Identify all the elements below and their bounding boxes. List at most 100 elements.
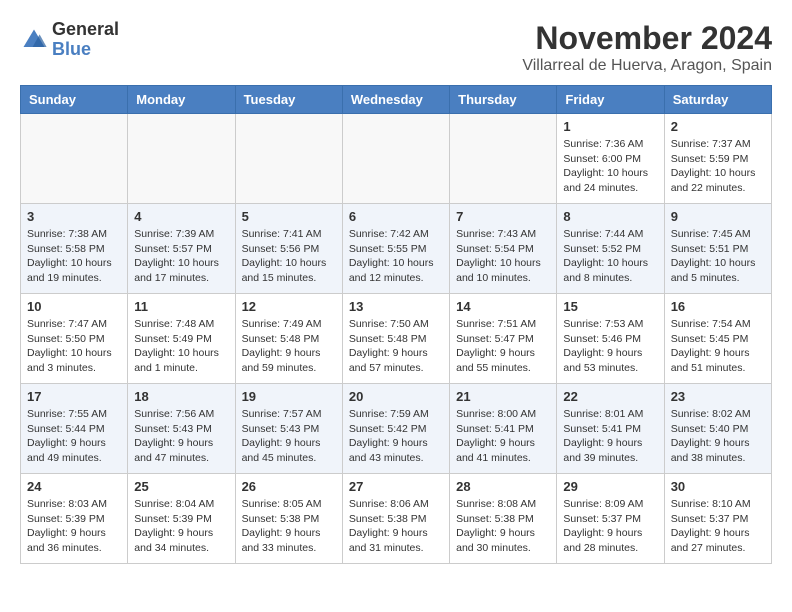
day-info: Sunrise: 7:42 AMSunset: 5:55 PMDaylight:… bbox=[349, 227, 443, 286]
day-number: 20 bbox=[349, 389, 443, 404]
calendar-cell: 28 Sunrise: 8:08 AMSunset: 5:38 PMDayligh… bbox=[450, 474, 557, 564]
week-row-2: 3Sunrise: 7:38 AMSunset: 5:58 PMDaylight… bbox=[21, 204, 772, 294]
day-info: Sunrise: 8:08 AMSunset: 5:38 PMDaylight:… bbox=[456, 497, 550, 556]
day-info: Sunrise: 7:53 AMSunset: 5:46 PMDaylight:… bbox=[563, 317, 657, 376]
calendar-cell: 21Sunrise: 8:00 AMSunset: 5:41 PMDayligh… bbox=[450, 384, 557, 474]
day-number: 23 bbox=[671, 389, 765, 404]
day-info: Sunrise: 7:44 AMSunset: 5:52 PMDaylight:… bbox=[563, 227, 657, 286]
day-info: Sunrise: 7:43 AMSunset: 5:54 PMDaylight:… bbox=[456, 227, 550, 286]
day-info: Sunrise: 7:57 AMSunset: 5:43 PMDaylight:… bbox=[242, 407, 336, 466]
day-number: 4 bbox=[134, 209, 228, 224]
calendar-cell: 10 Sunrise: 7:47 AMSunset: 5:50 PMDayligh… bbox=[21, 294, 128, 384]
logo-icon bbox=[20, 26, 48, 54]
day-info: Sunrise: 8:00 AMSunset: 5:41 PMDaylight:… bbox=[456, 407, 550, 466]
day-number: 13 bbox=[349, 299, 443, 314]
day-number: 25 bbox=[134, 479, 228, 494]
calendar-cell: 15 Sunrise: 7:53 AMSunset: 5:46 PMDayligh… bbox=[557, 294, 664, 384]
weekday-header-saturday: Saturday bbox=[664, 86, 771, 114]
weekday-header-sunday: Sunday bbox=[21, 86, 128, 114]
day-number: 22 bbox=[563, 389, 657, 404]
day-info: Sunrise: 7:49 AMSunset: 5:48 PMDaylight:… bbox=[242, 317, 336, 376]
logo: General Blue bbox=[20, 20, 119, 60]
day-info: Sunrise: 8:05 AMSunset: 5:38 PMDaylight:… bbox=[242, 497, 336, 556]
title-section: November 2024 Villarreal de Huerva, Arag… bbox=[522, 20, 772, 75]
calendar-cell: 2Sunrise: 7:37 AMSunset: 5:59 PMDaylight… bbox=[664, 114, 771, 204]
weekday-header-thursday: Thursday bbox=[450, 86, 557, 114]
logo-text: General Blue bbox=[52, 20, 119, 60]
calendar-cell: 7 Sunrise: 7:43 AMSunset: 5:54 PMDaylight… bbox=[450, 204, 557, 294]
week-row-5: 24 Sunrise: 8:03 AMSunset: 5:39 PMDayligh… bbox=[21, 474, 772, 564]
day-info: Sunrise: 8:01 AMSunset: 5:41 PMDaylight:… bbox=[563, 407, 657, 466]
calendar-cell: 23 Sunrise: 8:02 AMSunset: 5:40 PMDayligh… bbox=[664, 384, 771, 474]
week-row-3: 10 Sunrise: 7:47 AMSunset: 5:50 PMDayligh… bbox=[21, 294, 772, 384]
calendar-cell: 25 Sunrise: 8:04 AMSunset: 5:39 PMDayligh… bbox=[128, 474, 235, 564]
week-row-4: 17 Sunrise: 7:55 AMSunset: 5:44 PMDayligh… bbox=[21, 384, 772, 474]
day-number: 8 bbox=[563, 209, 657, 224]
calendar-cell: 17 Sunrise: 7:55 AMSunset: 5:44 PMDayligh… bbox=[21, 384, 128, 474]
calendar-cell: 1 Sunrise: 7:36 AMSunset: 6:00 PMDaylight… bbox=[557, 114, 664, 204]
day-number: 18 bbox=[134, 389, 228, 404]
day-number: 10 bbox=[27, 299, 121, 314]
day-info: Sunrise: 7:55 AMSunset: 5:44 PMDaylight:… bbox=[27, 407, 121, 466]
day-info: Sunrise: 8:10 AMSunset: 5:37 PMDaylight:… bbox=[671, 497, 765, 556]
calendar-cell: 30 Sunrise: 8:10 AMSunset: 5:37 PMDayligh… bbox=[664, 474, 771, 564]
day-info: Sunrise: 7:54 AMSunset: 5:45 PMDaylight:… bbox=[671, 317, 765, 376]
day-number: 11 bbox=[134, 299, 228, 314]
weekday-header-tuesday: Tuesday bbox=[235, 86, 342, 114]
day-number: 28 bbox=[456, 479, 550, 494]
calendar-cell: 3Sunrise: 7:38 AMSunset: 5:58 PMDaylight… bbox=[21, 204, 128, 294]
day-number: 15 bbox=[563, 299, 657, 314]
calendar-cell bbox=[450, 114, 557, 204]
day-info: Sunrise: 7:36 AMSunset: 6:00 PMDaylight:… bbox=[563, 137, 657, 196]
header: General Blue November 2024 Villarreal de… bbox=[20, 20, 772, 75]
day-info: Sunrise: 7:50 AMSunset: 5:48 PMDaylight:… bbox=[349, 317, 443, 376]
day-number: 24 bbox=[27, 479, 121, 494]
day-info: Sunrise: 7:38 AMSunset: 5:58 PMDaylight:… bbox=[27, 227, 121, 286]
day-number: 19 bbox=[242, 389, 336, 404]
calendar-cell: 16 Sunrise: 7:54 AMSunset: 5:45 PMDayligh… bbox=[664, 294, 771, 384]
day-number: 5 bbox=[242, 209, 336, 224]
location-title: Villarreal de Huerva, Aragon, Spain bbox=[522, 57, 772, 75]
calendar-cell: 19 Sunrise: 7:57 AMSunset: 5:43 PMDayligh… bbox=[235, 384, 342, 474]
day-number: 16 bbox=[671, 299, 765, 314]
day-number: 6 bbox=[349, 209, 443, 224]
calendar-cell: 6 Sunrise: 7:42 AMSunset: 5:55 PMDaylight… bbox=[342, 204, 449, 294]
calendar-table: SundayMondayTuesdayWednesdayThursdayFrid… bbox=[20, 85, 772, 564]
day-info: Sunrise: 8:02 AMSunset: 5:40 PMDaylight:… bbox=[671, 407, 765, 466]
calendar-cell: 5 Sunrise: 7:41 AMSunset: 5:56 PMDaylight… bbox=[235, 204, 342, 294]
day-number: 17 bbox=[27, 389, 121, 404]
calendar-cell bbox=[128, 114, 235, 204]
calendar-cell: 4 Sunrise: 7:39 AMSunset: 5:57 PMDaylight… bbox=[128, 204, 235, 294]
calendar-cell: 20Sunrise: 7:59 AMSunset: 5:42 PMDayligh… bbox=[342, 384, 449, 474]
day-number: 12 bbox=[242, 299, 336, 314]
day-info: Sunrise: 7:47 AMSunset: 5:50 PMDaylight:… bbox=[27, 317, 121, 376]
day-info: Sunrise: 7:48 AMSunset: 5:49 PMDaylight:… bbox=[134, 317, 228, 376]
calendar-cell: 9Sunrise: 7:45 AMSunset: 5:51 PMDaylight… bbox=[664, 204, 771, 294]
day-info: Sunrise: 7:41 AMSunset: 5:56 PMDaylight:… bbox=[242, 227, 336, 286]
day-number: 14 bbox=[456, 299, 550, 314]
calendar-cell: 12 Sunrise: 7:49 AMSunset: 5:48 PMDayligh… bbox=[235, 294, 342, 384]
weekday-header-monday: Monday bbox=[128, 86, 235, 114]
day-info: Sunrise: 8:09 AMSunset: 5:37 PMDaylight:… bbox=[563, 497, 657, 556]
day-info: Sunrise: 7:56 AMSunset: 5:43 PMDaylight:… bbox=[134, 407, 228, 466]
day-info: Sunrise: 7:39 AMSunset: 5:57 PMDaylight:… bbox=[134, 227, 228, 286]
day-info: Sunrise: 8:04 AMSunset: 5:39 PMDaylight:… bbox=[134, 497, 228, 556]
day-info: Sunrise: 7:37 AMSunset: 5:59 PMDaylight:… bbox=[671, 137, 765, 196]
week-row-1: 1 Sunrise: 7:36 AMSunset: 6:00 PMDaylight… bbox=[21, 114, 772, 204]
day-number: 1 bbox=[563, 119, 657, 134]
day-info: Sunrise: 8:06 AMSunset: 5:38 PMDaylight:… bbox=[349, 497, 443, 556]
calendar-cell: 18 Sunrise: 7:56 AMSunset: 5:43 PMDayligh… bbox=[128, 384, 235, 474]
calendar-cell: 13 Sunrise: 7:50 AMSunset: 5:48 PMDayligh… bbox=[342, 294, 449, 384]
weekday-header-row: SundayMondayTuesdayWednesdayThursdayFrid… bbox=[21, 86, 772, 114]
calendar-cell: 26 Sunrise: 8:05 AMSunset: 5:38 PMDayligh… bbox=[235, 474, 342, 564]
day-number: 30 bbox=[671, 479, 765, 494]
month-title: November 2024 bbox=[522, 20, 772, 57]
calendar-cell: 14Sunrise: 7:51 AMSunset: 5:47 PMDayligh… bbox=[450, 294, 557, 384]
day-number: 29 bbox=[563, 479, 657, 494]
day-number: 26 bbox=[242, 479, 336, 494]
day-number: 9 bbox=[671, 209, 765, 224]
day-number: 7 bbox=[456, 209, 550, 224]
day-info: Sunrise: 8:03 AMSunset: 5:39 PMDaylight:… bbox=[27, 497, 121, 556]
calendar-cell: 11 Sunrise: 7:48 AMSunset: 5:49 PMDayligh… bbox=[128, 294, 235, 384]
weekday-header-friday: Friday bbox=[557, 86, 664, 114]
